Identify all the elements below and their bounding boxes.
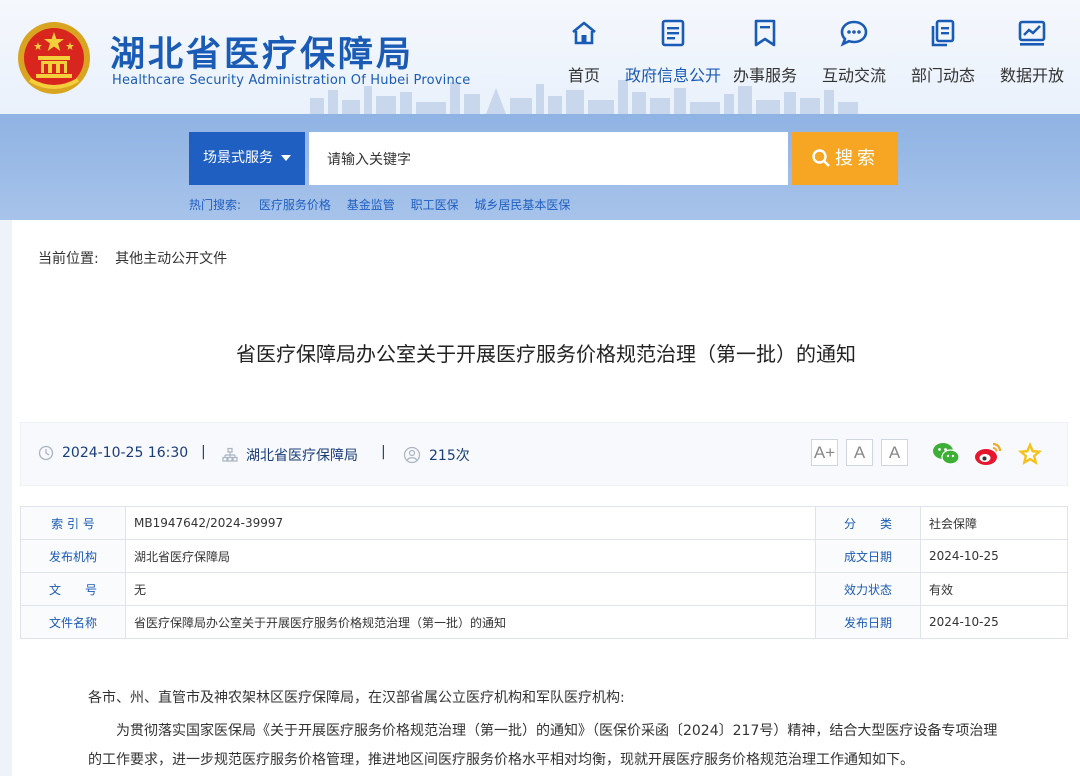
caret-down-icon — [281, 155, 291, 161]
info-key: 发布日期 — [815, 605, 921, 639]
copy-icon — [931, 19, 955, 47]
font-size-increase-button[interactable]: A+ — [811, 439, 838, 466]
info-key: 分 类 — [815, 506, 921, 540]
view-count-value: 215次 — [429, 448, 470, 464]
search-input[interactable] — [309, 132, 788, 185]
info-key: 索 引 号 — [20, 506, 126, 540]
font-size-default-button[interactable]: A — [846, 439, 873, 466]
organization-icon — [222, 447, 238, 462]
clock-icon — [38, 445, 54, 461]
favorite-star-icon[interactable] — [1015, 439, 1045, 469]
info-value: 2024-10-25 — [920, 539, 1068, 573]
info-key: 文件名称 — [20, 605, 126, 639]
weibo-share-icon[interactable] — [973, 439, 1003, 469]
info-key: 发布机构 — [20, 539, 126, 573]
chat-icon — [840, 20, 868, 47]
nav-label-home: 首页 — [567, 66, 600, 85]
hot-search-label: 热门搜索: — [189, 198, 242, 212]
font-size-decrease-label: A — [888, 443, 901, 462]
wechat-share-icon[interactable] — [931, 439, 961, 469]
info-value: 2024-10-25 — [920, 605, 1068, 639]
font-size-increase-label: A+ — [813, 443, 836, 462]
publish-time-value: 2024-10-25 16:30 — [62, 445, 189, 461]
table-row: 文件名称 省医疗保障局办公室关于开展医疗服务价格规范治理（第一批）的通知 发布日… — [20, 605, 1068, 639]
table-row: 发布机构 湖北省医疗保障局 成文日期 2024-10-25 — [20, 539, 1068, 573]
meta-divider: | — [381, 444, 386, 460]
hot-search: 热门搜索: 医疗服务价格 基金监管 职工医保 城乡居民基本医保 — [189, 196, 582, 213]
meta-divider: | — [201, 444, 206, 460]
chart-icon — [1018, 20, 1046, 46]
article-salutation: 各市、州、直管市及神农架林区医疗保障局，在汉部省属公立医疗机构和军队医疗机构: — [88, 690, 625, 706]
article-title: 省医疗保障局办公室关于开展医疗服务价格规范治理（第一批）的通知 — [236, 342, 856, 366]
nav-gov-info[interactable]: 政府信息公开 — [624, 18, 722, 86]
publisher: 湖北省医疗保障局 — [222, 445, 358, 465]
nav-label-gov-info: 政府信息公开 — [624, 66, 721, 85]
nav-dept-news[interactable]: 部门动态 — [910, 18, 976, 86]
info-key: 成文日期 — [815, 539, 921, 573]
user-icon — [403, 446, 421, 464]
nav-services[interactable]: 办事服务 — [732, 18, 798, 86]
document-info-table: 索 引 号 MB1947642/2024-39997 分 类 社会保障 发布机构… — [20, 506, 1068, 639]
search-icon — [812, 148, 830, 167]
site-subtitle: Healthcare Security Administration Of Hu… — [112, 73, 471, 88]
info-key: 文 号 — [20, 572, 126, 606]
font-size-default-label: A — [853, 443, 866, 462]
home-icon — [572, 21, 596, 45]
main-nav: 首页 政府信息公开 办事服务 互动交流 部门动态 数据开放 — [548, 18, 1080, 98]
national-emblem-icon — [18, 22, 90, 94]
info-key: 效力状态 — [815, 572, 921, 606]
search-button[interactable]: 搜索 — [792, 132, 898, 185]
nav-label-open-data: 数据开放 — [999, 66, 1064, 85]
info-value: 社会保障 — [920, 506, 1068, 540]
hot-search-link[interactable]: 基金监管 — [347, 198, 395, 212]
table-row: 索 引 号 MB1947642/2024-39997 分 类 社会保障 — [20, 506, 1068, 540]
view-count: 215次 — [403, 445, 470, 465]
info-value: 湖北省医疗保障局 — [125, 539, 816, 573]
article-body: 各市、州、直管市及神农架林区医疗保障局，在汉部省属公立医疗机构和军队医疗机构: … — [88, 684, 1008, 775]
hot-search-link[interactable]: 职工医保 — [411, 198, 459, 212]
info-value: 有效 — [920, 572, 1068, 606]
hot-search-link[interactable]: 城乡居民基本医保 — [474, 198, 570, 212]
search-band: 场景式服务 搜索 热门搜索: 医疗服务价格 基金监管 职工医保 城乡居民基本医保 — [0, 114, 1080, 220]
table-row: 文 号 无 效力状态 有效 — [20, 572, 1068, 606]
bookmark-icon — [754, 19, 776, 47]
search-category-dropdown[interactable]: 场景式服务 — [189, 132, 305, 185]
publish-time: 2024-10-25 16:30 — [38, 445, 188, 461]
hot-search-link[interactable]: 医疗服务价格 — [259, 198, 331, 212]
document-icon — [661, 19, 685, 47]
search-button-label: 搜索 — [835, 148, 879, 169]
nav-open-data[interactable]: 数据开放 — [999, 18, 1065, 86]
info-value: 无 — [125, 572, 816, 606]
nav-interaction[interactable]: 互动交流 — [821, 18, 887, 86]
font-size-decrease-button[interactable]: A — [881, 439, 908, 466]
site-header: 湖北省医疗保障局 Healthcare Security Administrat… — [0, 0, 1080, 114]
nav-home[interactable]: 首页 — [564, 18, 604, 86]
breadcrumb: 当前位置: 其他主动公开文件 — [38, 248, 227, 268]
info-value: 省医疗保障局办公室关于开展医疗服务价格规范治理（第一批）的通知 — [125, 605, 816, 639]
publisher-value: 湖北省医疗保障局 — [246, 448, 358, 464]
nav-label-services: 办事服务 — [732, 66, 797, 85]
nav-label-dept-news: 部门动态 — [910, 66, 975, 85]
article-meta-bar: 2024-10-25 16:30 | 湖北省医疗保障局 | 215次 A+ A … — [20, 422, 1068, 486]
nav-label-interaction: 互动交流 — [821, 66, 886, 85]
breadcrumb-label: 当前位置: — [38, 251, 99, 267]
breadcrumb-current[interactable]: 其他主动公开文件 — [115, 251, 227, 267]
article-paragraph: 为贯彻落实国家医保局《关于开展医疗服务价格规范治理（第一批）的通知》（医保价采函… — [88, 723, 998, 768]
site-title: 湖北省医疗保障局 — [110, 34, 415, 75]
main-content: 当前位置: 其他主动公开文件 省医疗保障局办公室关于开展医疗服务价格规范治理（第… — [12, 220, 1080, 776]
info-value: MB1947642/2024-39997 — [125, 506, 816, 540]
search-category-label: 场景式服务 — [203, 150, 273, 166]
